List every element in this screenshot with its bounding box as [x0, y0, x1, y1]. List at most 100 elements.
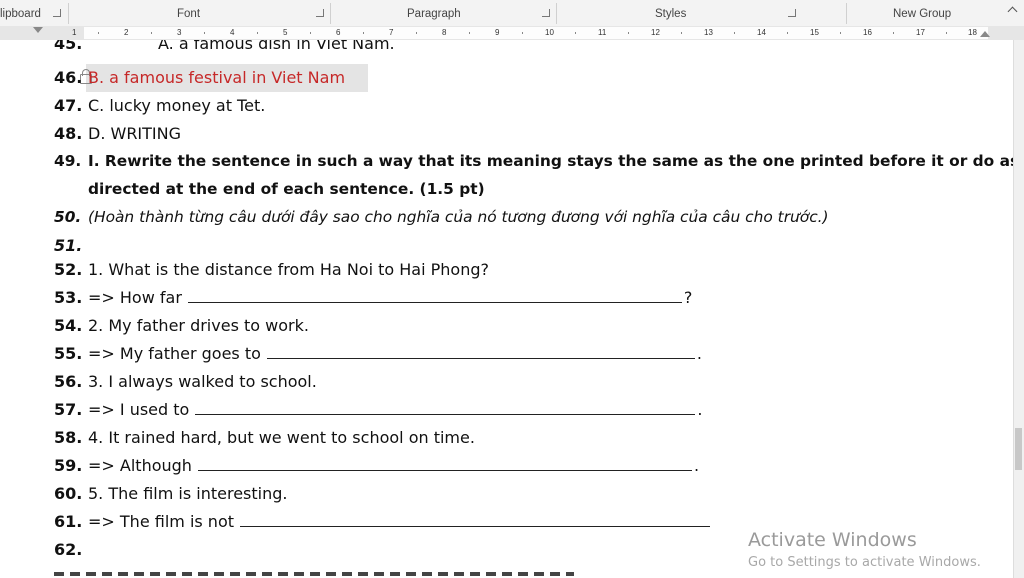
line-text: (Hoàn thành từng câu dưới đây sao cho ng…	[88, 208, 829, 226]
doc-line-55[interactable]: 55. => My father goes to.	[54, 344, 702, 363]
line-number: 53.	[54, 288, 83, 307]
ribbon-group-paragraph[interactable]: Paragraph	[407, 0, 461, 26]
ruler-tick	[575, 32, 576, 34]
ruler-number: 2	[124, 28, 129, 37]
line-text: => My father goes to	[88, 344, 261, 363]
ruler-number: 12	[651, 28, 660, 37]
line-number: 46.	[54, 68, 83, 87]
doc-line-56[interactable]: 56. 3. I always walked to school.	[54, 372, 317, 391]
answer-blank[interactable]	[266, 344, 695, 359]
ruler-tick	[734, 32, 735, 34]
doc-line-59[interactable]: 59. => Although.	[54, 456, 699, 475]
styles-launcher-icon[interactable]	[788, 9, 796, 17]
line-number: 52.	[54, 260, 83, 279]
ruler-tick	[257, 32, 258, 34]
ruler-number: 4	[230, 28, 235, 37]
line-end-punct: .	[693, 456, 700, 475]
doc-line-48[interactable]: 48. D. WRITING	[54, 124, 181, 143]
ribbon-group-styles[interactable]: Styles	[655, 0, 686, 26]
line-text: 4. It rained hard, but we went to school…	[88, 428, 475, 447]
collapse-ribbon-icon[interactable]	[1007, 6, 1018, 17]
line-number: 50.	[54, 208, 82, 226]
line-number: 47.	[54, 96, 83, 115]
line-text: 3. I always walked to school.	[88, 372, 317, 391]
line-number: 59.	[54, 456, 83, 475]
paragraph-launcher-icon[interactable]	[542, 9, 550, 17]
line-text: A. a famous dish in Viet Nam.	[158, 40, 395, 53]
ribbon-separator	[556, 3, 557, 24]
activate-windows-title: Activate Windows	[748, 529, 917, 551]
ruler-tick	[469, 32, 470, 34]
ruler-number: 16	[863, 28, 872, 37]
doc-line-58[interactable]: 58. 4. It rained hard, but we went to sch…	[54, 428, 475, 447]
ribbon-group-new-group[interactable]: New Group	[893, 0, 951, 26]
document-page[interactable]: 45. A. a famous dish in Viet Nam. 46. B. a…	[0, 40, 1014, 578]
line-number: 55.	[54, 344, 83, 363]
doc-line-53[interactable]: 53. => How far?	[54, 288, 692, 307]
doc-line-47[interactable]: 47. C. lucky money at Tet.	[54, 96, 265, 115]
ribbon: lipboard Font Paragraph Styles New Group	[0, 0, 1024, 27]
horizontal-ruler[interactable]: 1 2 3 4 5 6 7 8 9 10 11 12 13 14 15 16 1…	[0, 26, 1024, 40]
ruler-tick	[893, 32, 894, 34]
answer-blank[interactable]	[187, 288, 682, 303]
doc-line-62[interactable]: 62.	[54, 540, 88, 559]
clipboard-launcher-icon[interactable]	[53, 9, 61, 17]
activate-windows-subtitle: Go to Settings to activate Windows.	[748, 555, 981, 570]
ruler-number: 15	[810, 28, 819, 37]
line-number: 48.	[54, 124, 83, 143]
line-text: => How far	[88, 288, 182, 307]
ruler-tick	[681, 32, 682, 34]
doc-line-54[interactable]: 54. 2. My father drives to work.	[54, 316, 309, 335]
doc-line-46[interactable]: 46. B. a famous festival in Viet Nam	[54, 68, 345, 87]
ruler-tick	[98, 32, 99, 34]
doc-line-60[interactable]: 60. 5. The film is interesting.	[54, 484, 287, 503]
ruler-tick	[363, 32, 364, 34]
ribbon-group-clipboard[interactable]: lipboard	[0, 0, 41, 26]
ruler-number: 3	[177, 28, 182, 37]
ruler-number: 9	[495, 28, 500, 37]
right-indent-marker-icon[interactable]	[980, 31, 990, 37]
answer-blank[interactable]	[195, 400, 696, 415]
line-text: 1. What is the distance from Ha Noi to H…	[88, 260, 489, 279]
line-number: 60.	[54, 484, 83, 503]
line-number: 58.	[54, 428, 83, 447]
scrollbar-thumb[interactable]	[1015, 428, 1022, 470]
doc-line-61[interactable]: 61. => The film is not	[54, 512, 712, 531]
next-line-cutoff	[54, 572, 574, 576]
line-number: 57.	[54, 400, 83, 419]
line-text: B. a famous festival in Viet Nam	[88, 68, 346, 87]
ruler-tick	[522, 32, 523, 34]
answer-blank[interactable]	[197, 456, 692, 471]
line-text: D. WRITING	[88, 124, 182, 143]
ruler-tick	[787, 32, 788, 34]
line-number: 51.	[54, 236, 83, 255]
ruler-tick	[310, 32, 311, 34]
line-number: 56.	[54, 372, 83, 391]
line-number: 61.	[54, 512, 83, 531]
line-text: directed at the end of each sentence. (1…	[88, 180, 485, 198]
doc-line-57[interactable]: 57. => I used to.	[54, 400, 702, 419]
first-line-indent-marker-icon[interactable]	[33, 27, 43, 33]
ruler-number: 10	[545, 28, 554, 37]
ruler-tick	[204, 32, 205, 34]
line-end-punct: ?	[683, 288, 693, 307]
line-number: 45.	[54, 40, 83, 53]
ruler-tick	[151, 32, 152, 34]
doc-line-50[interactable]: 50. (Hoàn thành từng câu dưới đây sao cho…	[54, 208, 829, 226]
ruler-number: 17	[916, 28, 925, 37]
doc-line-49-cont[interactable]: directed at the end of each sentence. (1…	[54, 180, 485, 198]
line-end-punct: .	[696, 344, 702, 363]
line-text: I. Rewrite the sentence in such a way th…	[88, 152, 1014, 170]
doc-line-45[interactable]: 45. A. a famous dish in Viet Nam.	[54, 40, 395, 53]
vertical-scrollbar[interactable]	[1013, 40, 1024, 578]
line-text: => I used to	[88, 400, 190, 419]
ruler-number: 1	[72, 28, 77, 37]
font-launcher-icon[interactable]	[316, 9, 324, 17]
ruler-tick	[628, 32, 629, 34]
ruler-tick	[840, 32, 841, 34]
doc-line-52[interactable]: 52. 1. What is the distance from Ha Noi t…	[54, 260, 489, 279]
doc-line-49[interactable]: 49. I. Rewrite the sentence in such a way…	[54, 152, 1014, 170]
answer-blank[interactable]	[240, 512, 711, 527]
doc-line-51[interactable]: 51.	[54, 236, 88, 255]
ribbon-group-font[interactable]: Font	[177, 0, 200, 26]
